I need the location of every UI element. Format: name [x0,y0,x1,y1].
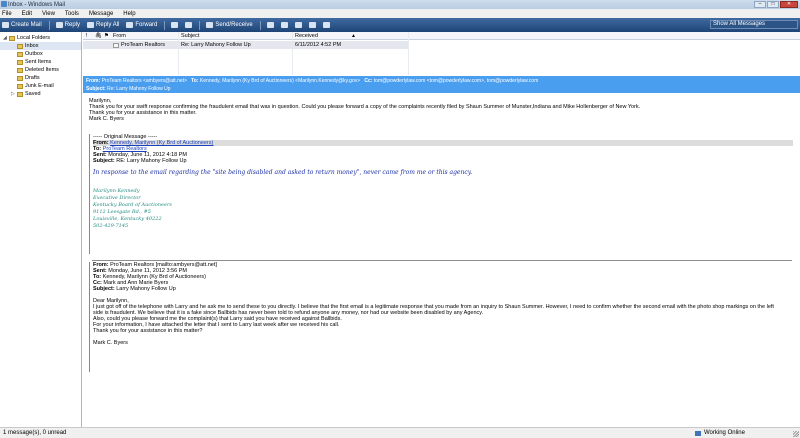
menu-bar: File Edit View Tools Message Help [0,9,800,18]
menu-file[interactable]: File [2,11,12,17]
table-row[interactable]: ProTeam Realtors Re: Larry Mahony Follow… [83,41,408,49]
maximize-icon[interactable]: □ [767,1,779,8]
folder-saved[interactable]: ▷ Saved [0,90,81,98]
reply-button[interactable]: Reply [55,22,80,28]
windows-mail-icon [1,1,7,7]
inbox-icon [17,43,23,49]
find-button[interactable] [308,22,316,28]
reply-all-icon [87,22,95,28]
resize-grip-icon[interactable] [793,431,799,437]
column-subject[interactable]: Subject [181,33,199,39]
delete-icon [185,22,193,28]
contacts-button[interactable] [266,22,274,28]
newsgroups-button[interactable] [294,22,302,28]
calendar-button[interactable] [280,22,288,28]
send-receive-button[interactable]: Send/Receive [206,22,253,28]
message-list-header: ! 🖇 ⚑ From Subject Received ▲ [83,32,800,40]
find-icon [308,22,316,28]
column-attachment[interactable]: 🖇 [95,33,102,39]
folder-local-folders[interactable]: ◢ Local Folders [0,34,81,42]
reply-icon [55,22,63,28]
sort-arrow-icon: ▲ [351,33,356,39]
print-icon [171,22,179,28]
toolbar: Create Mail Reply Reply All Forward Send… [0,18,800,32]
column-priority[interactable]: ! [86,33,88,39]
folder-icon [17,91,23,97]
forward-icon [126,22,134,28]
junk-email-icon [17,83,23,89]
folder-outbox[interactable]: Outbox [0,50,81,58]
reply-all-button[interactable]: Reply All [87,22,119,28]
folder-junk-email[interactable]: Junk E-mail [0,82,81,90]
preview-subject: Re: Larry Mahony Follow Up [107,86,171,92]
online-status: Working Online [695,428,745,438]
preview-from: ProTeam Realtors <ambyers@att.net> [101,78,187,84]
calendar-icon [280,22,288,28]
folder-inbox[interactable]: Inbox [0,42,81,50]
collapse-icon[interactable]: ◢ [3,34,7,42]
folder-sent-items[interactable]: Sent Items [0,58,81,66]
window-controls: – □ ✕ [754,1,798,8]
new-mail-icon [2,22,9,28]
contacts-icon [266,22,274,28]
deleted-items-icon [17,67,23,73]
folder-list-icon [322,22,330,28]
view-selector-dropdown[interactable]: Show All Messages [710,20,798,29]
column-from[interactable]: From [113,33,126,39]
folder-deleted-items[interactable]: Deleted Items [0,66,81,74]
quoted-message-1: ----- Original Message ----- From: Kenne… [89,134,793,254]
network-icon [695,430,701,436]
folder-list-button[interactable] [322,22,330,28]
send-receive-icon [206,22,214,28]
menu-view[interactable]: View [42,11,55,17]
message-list: ! 🖇 ⚑ From Subject Received ▲ ProTeam Re… [83,32,800,75]
delete-button[interactable] [185,22,193,28]
print-button[interactable] [171,22,179,28]
message-body: Marilynn, Thank you for your swift respo… [83,94,800,427]
menu-edit[interactable]: Edit [22,11,32,17]
preview-to: Kennedy, Marilynn (Ky Brd of Auctioneers… [199,78,361,84]
status-bar: 1 message(s), 0 unread Working Online [0,427,800,438]
folder-drafts[interactable]: Drafts [0,74,81,82]
expand-icon[interactable]: ▷ [11,90,15,98]
menu-help[interactable]: Help [123,11,135,17]
quoted-message-2: From: ProTeam Realtors [mailto:ambyers@a… [89,262,793,372]
message-count: 1 message(s), 0 unread [3,430,67,436]
newsgroups-icon [294,22,302,28]
column-received[interactable]: Received [295,33,318,39]
menu-tools[interactable]: Tools [65,11,79,17]
folder-icon [9,35,15,41]
preview-header: From: ProTeam Realtors <ambyers@att.net>… [83,76,800,93]
window-title: Inbox - Windows Mail [8,1,66,8]
drafts-icon [17,75,23,81]
minimize-icon[interactable]: – [754,1,766,8]
close-icon[interactable]: ✕ [780,1,798,8]
title-bar: Inbox - Windows Mail – □ ✕ [0,0,800,9]
create-mail-button[interactable]: Create Mail [2,22,42,28]
menu-message[interactable]: Message [89,11,113,17]
sent-items-icon [17,59,23,65]
outbox-icon [17,51,23,57]
column-flag[interactable]: ⚑ [104,33,109,39]
folder-pane: ◢ Local Folders Inbox Outbox Sent Items D… [0,32,82,427]
forward-button[interactable]: Forward [126,22,157,28]
read-mail-icon [113,42,119,48]
preview-cc: tom@powderlylaw.com <tom@powderlylaw.com… [373,78,539,84]
